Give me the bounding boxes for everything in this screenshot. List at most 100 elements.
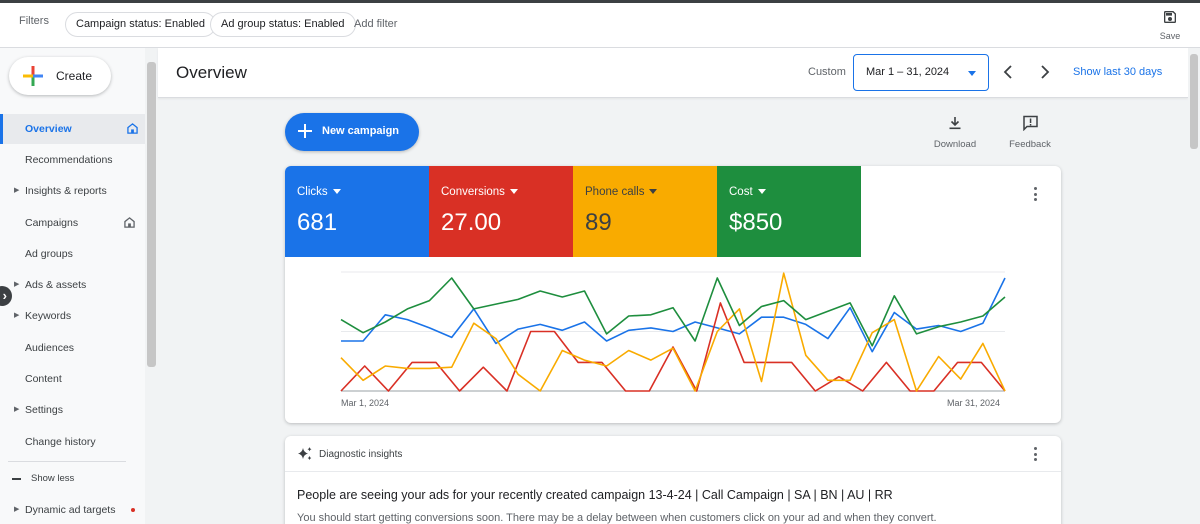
insight-headline: People are seeing your ads for your rece… <box>297 488 893 502</box>
metric-value: 681 <box>297 209 338 236</box>
dropdown-arrow-icon <box>757 189 766 195</box>
create-label: Create <box>56 69 93 83</box>
save-icon <box>1164 11 1176 23</box>
performance-chart-card: Clicks 681 Conversions 27.00 Phone calls… <box>285 166 1061 423</box>
insight-body: You should start getting conversions soo… <box>297 512 937 524</box>
metric-tile-phone-calls[interactable]: Phone calls 89 <box>573 166 717 257</box>
filter-chip-campaign-status[interactable]: Campaign status: Enabled <box>65 12 217 37</box>
add-filter-link[interactable]: Add filter <box>354 18 397 30</box>
sidebar-item-ad-groups[interactable]: Ad groups <box>0 239 145 269</box>
plus-icon <box>23 66 43 86</box>
feedback-icon <box>1022 115 1038 132</box>
sidebar-item-content[interactable]: Content <box>0 364 145 394</box>
sidebar-item-dynamic-ad-targets[interactable]: ▶ Dynamic ad targets <box>0 495 145 524</box>
caret-right-icon: ▶ <box>14 281 20 288</box>
metric-tile-clicks[interactable]: Clicks 681 <box>285 166 429 257</box>
sidebar-item-label: Settings <box>25 404 63 416</box>
metric-name: Conversions <box>441 186 505 198</box>
create-button[interactable]: Create <box>9 57 111 95</box>
show-last-30-days-link[interactable]: Show last 30 days <box>1073 66 1162 78</box>
sidebar-item-label: Ads & assets <box>25 279 87 291</box>
metric-value: 89 <box>585 209 612 236</box>
date-range-type-label: Custom <box>808 66 846 78</box>
sidebar-item-ads-assets[interactable]: ▶ Ads & assets <box>0 270 145 300</box>
sidebar-item-label: Audiences <box>25 342 75 354</box>
sidebar-item-keywords[interactable]: ▶ Keywords <box>0 301 145 331</box>
sidebar-item-label: Change history <box>25 436 96 448</box>
line-chart <box>340 271 1006 392</box>
sidebar-item-label: Insights & reports <box>25 185 107 197</box>
new-campaign-button[interactable]: New campaign <box>285 113 419 151</box>
feedback-label: Feedback <box>1009 139 1051 150</box>
download-button[interactable]: Download <box>925 115 985 150</box>
main-scrollbar-thumb[interactable] <box>1190 54 1198 149</box>
save-label: Save <box>1159 31 1181 41</box>
new-campaign-label: New campaign <box>322 125 400 137</box>
metric-tile-cost[interactable]: Cost $850 <box>717 166 861 257</box>
metric-name: Phone calls <box>585 186 645 198</box>
page-title: Overview <box>176 63 247 82</box>
more-vert-icon[interactable] <box>1034 447 1038 463</box>
sidebar: Create Overview Recommendations ▶ Insigh… <box>0 48 145 524</box>
sidebar-item-recommendations[interactable]: Recommendations <box>0 145 145 175</box>
metric-name: Clicks <box>297 186 328 198</box>
home-icon <box>124 217 135 228</box>
insights-title: Diagnostic insights <box>319 449 403 460</box>
x-axis-start-label: Mar 1, 2024 <box>341 398 390 408</box>
sidebar-item-label: Overview <box>25 123 72 135</box>
feedback-button[interactable]: Feedback <box>1000 115 1060 150</box>
sidebar-item-label: Recommendations <box>25 154 113 166</box>
filter-bar: Filters Campaign status: Enabled Ad grou… <box>0 3 1200 48</box>
notification-dot <box>131 508 135 512</box>
chevron-right-icon[interactable] <box>1037 63 1053 81</box>
sidebar-divider <box>8 461 126 462</box>
chevron-left-icon[interactable] <box>1000 63 1016 81</box>
download-label: Download <box>933 139 977 150</box>
dropdown-arrow-icon <box>509 189 518 195</box>
more-vert-icon[interactable] <box>1034 187 1038 203</box>
main-content: Overview Custom Mar 1 – 31, 2024 Show la… <box>158 48 1188 524</box>
filters-label: Filters <box>19 15 49 27</box>
home-icon <box>127 123 138 134</box>
caret-right-icon: ▶ <box>14 312 20 319</box>
plus-icon <box>298 124 312 138</box>
sidebar-item-campaigns[interactable]: Campaigns <box>0 208 145 238</box>
show-less-toggle[interactable]: Show less <box>0 469 145 489</box>
page-header: Overview Custom Mar 1 – 31, 2024 Show la… <box>158 48 1188 98</box>
sidebar-item-label: Keywords <box>25 310 72 322</box>
metric-value: 27.00 <box>441 209 502 236</box>
minus-icon <box>12 478 21 480</box>
sidebar-item-overview[interactable]: Overview <box>0 114 145 144</box>
metric-value: $850 <box>729 209 783 236</box>
sparkle-icon <box>298 447 312 460</box>
sidebar-item-insights-reports[interactable]: ▶ Insights & reports <box>0 176 145 206</box>
main-scrollbar[interactable] <box>1188 48 1200 524</box>
x-axis-end-label: Mar 31, 2024 <box>947 398 1001 408</box>
series-line-cost <box>340 277 1006 347</box>
sidebar-item-audiences[interactable]: Audiences <box>0 333 145 363</box>
caret-right-icon: ▶ <box>14 406 20 413</box>
caret-right-icon: ▶ <box>14 506 20 513</box>
diagnostic-insights-card: Diagnostic insights People are seeing yo… <box>285 436 1061 524</box>
insights-header: Diagnostic insights <box>285 436 1061 472</box>
dropdown-arrow-icon <box>649 189 658 195</box>
sidebar-scrollbar-thumb[interactable] <box>147 62 156 367</box>
save-button[interactable]: Save <box>1154 9 1186 41</box>
dropdown-arrow-icon <box>968 71 976 76</box>
sidebar-item-label: Campaigns <box>25 217 79 229</box>
download-icon <box>949 117 961 130</box>
filter-chip-ad-group-status[interactable]: Ad group status: Enabled <box>210 12 356 37</box>
sidebar-item-label: Content <box>25 373 62 385</box>
sidebar-item-label: Ad groups <box>25 248 73 260</box>
caret-right-icon: ▶ <box>14 187 20 194</box>
sidebar-item-label: Dynamic ad targets <box>25 504 116 516</box>
sidebar-scrollbar[interactable] <box>145 48 158 524</box>
show-less-label: Show less <box>31 473 75 484</box>
dropdown-arrow-icon <box>332 189 341 195</box>
sidebar-item-change-history[interactable]: Change history <box>0 427 145 457</box>
date-range-value: Mar 1 – 31, 2024 <box>866 66 950 78</box>
metric-name: Cost <box>729 186 753 198</box>
sidebar-item-settings[interactable]: ▶ Settings <box>0 395 145 425</box>
date-range-select[interactable]: Mar 1 – 31, 2024 <box>853 54 989 91</box>
metric-tile-conversions[interactable]: Conversions 27.00 <box>429 166 573 257</box>
